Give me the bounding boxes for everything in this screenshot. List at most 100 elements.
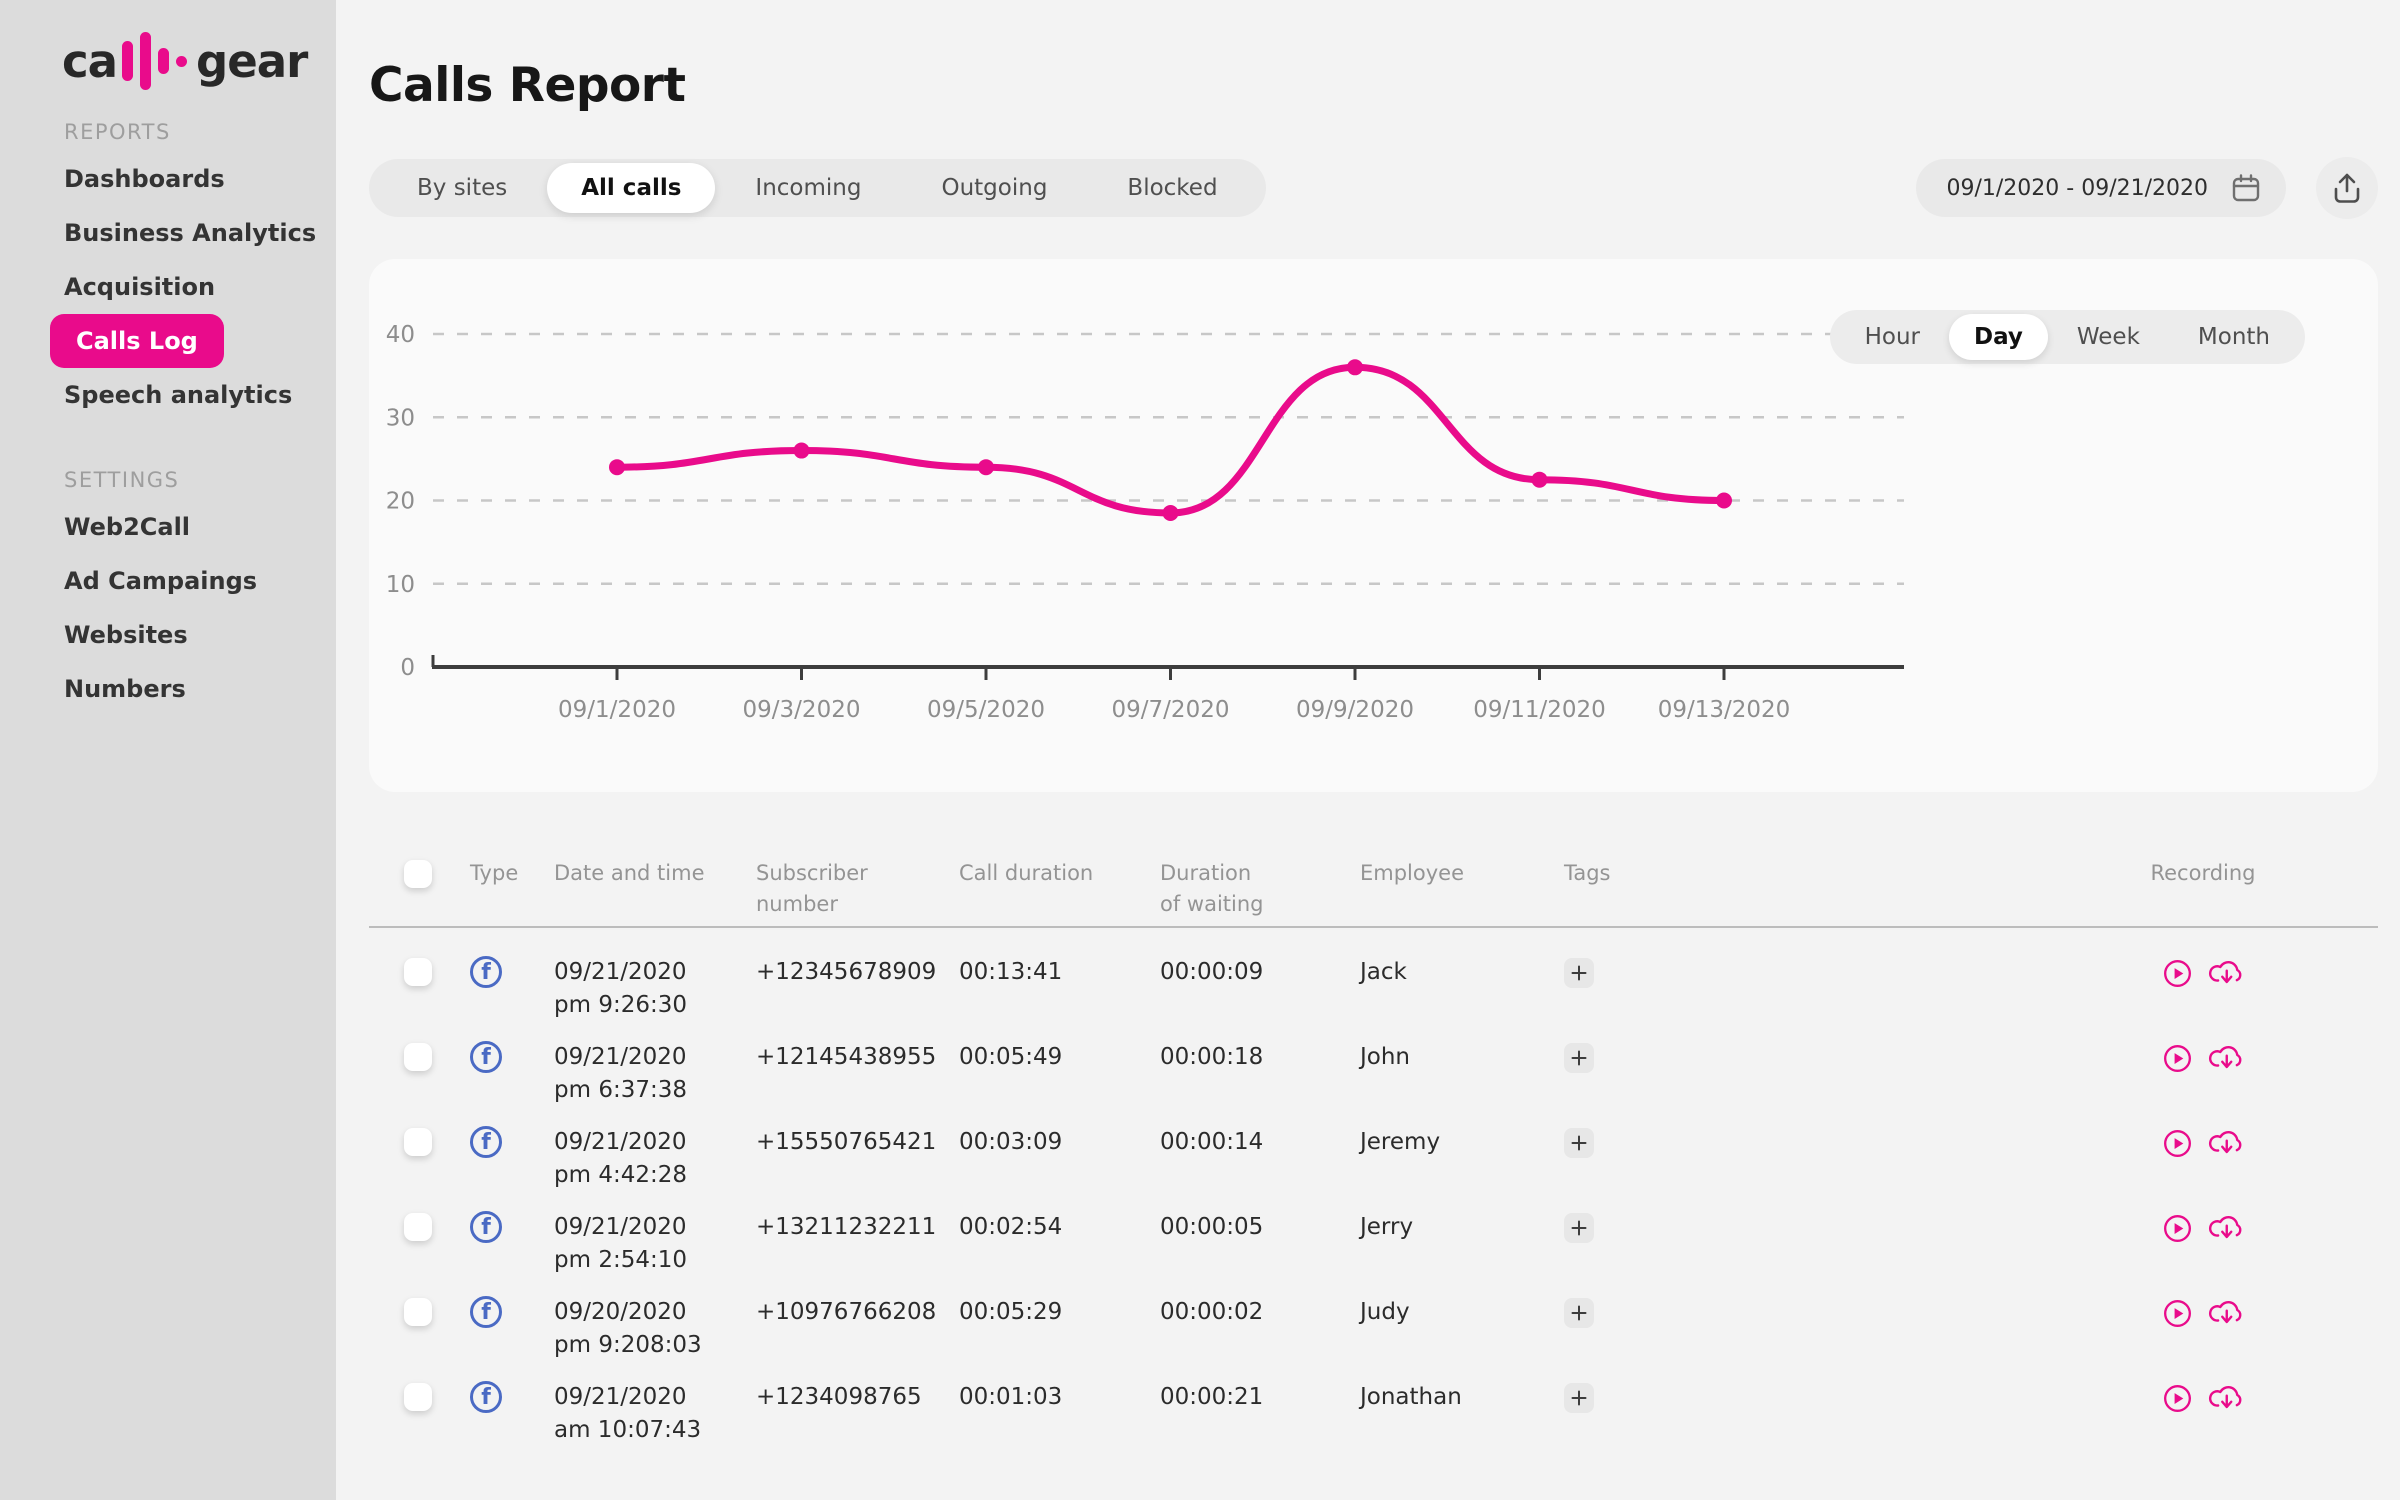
play-recording-button[interactable] — [2163, 1214, 2192, 1243]
toggle-week[interactable]: Week — [2048, 310, 2169, 364]
call-duration-cell: 00:01:03 — [959, 1381, 1160, 1414]
app-window: ca gear REPORTS Dashboards Business Anal… — [0, 0, 2400, 1500]
recording-cell — [2088, 1381, 2318, 1413]
call-duration-cell: 00:02:54 — [959, 1211, 1160, 1244]
add-tag-button[interactable] — [1564, 1298, 1594, 1328]
add-tag-button[interactable] — [1564, 1043, 1594, 1073]
employee-cell: Judy — [1360, 1296, 1564, 1329]
sidebar-item-dashboards[interactable]: Dashboards — [64, 152, 336, 206]
row-checkbox[interactable] — [404, 958, 432, 986]
recording-cell — [2088, 1211, 2318, 1243]
table-row: f 09/21/2020 pm 9:26:30 +12345678909 00:… — [369, 946, 2378, 1031]
col-subscriber-number: Subscriber number — [756, 858, 891, 920]
waiting-duration-cell: 00:00:21 — [1160, 1381, 1360, 1414]
add-tag-button[interactable] — [1564, 958, 1594, 988]
svg-text:09/1/2020: 09/1/2020 — [558, 697, 676, 723]
recording-cell — [2088, 1296, 2318, 1328]
svg-text:09/7/2020: 09/7/2020 — [1112, 697, 1230, 723]
recording-cell — [2088, 1126, 2318, 1158]
call-duration-cell: 00:05:49 — [959, 1041, 1160, 1074]
tab-all-calls[interactable]: All calls — [547, 163, 715, 213]
facebook-icon: f — [470, 1381, 502, 1413]
date-time-cell: 09/21/2020 pm 6:37:38 — [554, 1041, 756, 1107]
col-employee: Employee — [1360, 858, 1564, 889]
svg-text:09/9/2020: 09/9/2020 — [1296, 697, 1414, 723]
tab-blocked[interactable]: Blocked — [1087, 159, 1257, 217]
employee-cell: John — [1360, 1041, 1564, 1074]
tab-outgoing[interactable]: Outgoing — [901, 159, 1087, 217]
waiting-duration-cell: 00:00:09 — [1160, 956, 1360, 989]
play-recording-button[interactable] — [2163, 1384, 2192, 1413]
export-button[interactable] — [2316, 157, 2378, 219]
svg-text:10: 10 — [386, 572, 415, 598]
row-checkbox[interactable] — [404, 1128, 432, 1156]
svg-text:09/3/2020: 09/3/2020 — [743, 697, 861, 723]
toggle-day[interactable]: Day — [1949, 314, 2048, 360]
waiting-duration-cell: 00:00:14 — [1160, 1126, 1360, 1159]
svg-text:09/5/2020: 09/5/2020 — [927, 697, 1045, 723]
nav-section-reports: REPORTS — [64, 120, 336, 144]
waiting-duration-cell: 00:00:02 — [1160, 1296, 1360, 1329]
subscriber-number-cell: +13211232211 — [756, 1211, 959, 1244]
controls-row: By sites All calls Incoming Outgoing Blo… — [369, 157, 2378, 219]
play-recording-button[interactable] — [2163, 1129, 2192, 1158]
subscriber-number-cell: +12145438955 — [756, 1041, 959, 1074]
toggle-month[interactable]: Month — [2169, 310, 2299, 364]
table-header: Type Date and time Subscriber number Cal… — [369, 840, 2378, 928]
table-body: f 09/21/2020 pm 9:26:30 +12345678909 00:… — [369, 928, 2378, 1456]
sidebar-item-numbers[interactable]: Numbers — [64, 662, 336, 716]
date-range-value: 09/1/2020 - 09/21/2020 — [1946, 176, 2208, 201]
select-all-checkbox[interactable] — [404, 860, 432, 888]
sidebar: ca gear REPORTS Dashboards Business Anal… — [0, 0, 336, 1500]
play-recording-button[interactable] — [2163, 959, 2192, 988]
download-recording-button[interactable] — [2208, 958, 2244, 988]
svg-text:20: 20 — [386, 489, 415, 515]
date-time-cell: 09/21/2020 pm 4:42:28 — [554, 1126, 756, 1192]
table-row: f 09/21/2020 pm 4:42:28 +15550765421 00:… — [369, 1116, 2378, 1201]
download-recording-button[interactable] — [2208, 1043, 2244, 1073]
row-checkbox[interactable] — [404, 1383, 432, 1411]
add-tag-button[interactable] — [1564, 1128, 1594, 1158]
sidebar-item-calls-log[interactable]: Calls Log — [50, 314, 224, 368]
row-checkbox[interactable] — [404, 1298, 432, 1326]
app-logo[interactable]: ca gear — [0, 30, 336, 92]
add-tag-button[interactable] — [1564, 1383, 1594, 1413]
recording-cell — [2088, 1041, 2318, 1073]
sidebar-item-speech-analytics[interactable]: Speech analytics — [64, 368, 336, 422]
sidebar-item-acquisition[interactable]: Acquisition — [64, 260, 336, 314]
employee-cell: Jonathan — [1360, 1381, 1564, 1414]
date-time-cell: 09/21/2020 pm 2:54:10 — [554, 1211, 756, 1277]
upload-icon — [2331, 171, 2363, 205]
subscriber-number-cell: +1234098765 — [756, 1381, 959, 1414]
row-checkbox[interactable] — [404, 1213, 432, 1241]
play-recording-button[interactable] — [2163, 1044, 2192, 1073]
sidebar-item-web2call[interactable]: Web2Call — [64, 500, 336, 554]
sidebar-item-business-analytics[interactable]: Business Analytics — [64, 206, 336, 260]
date-range-picker[interactable]: 09/1/2020 - 09/21/2020 — [1916, 159, 2286, 217]
call-duration-cell: 00:05:29 — [959, 1296, 1160, 1329]
col-tags: Tags — [1564, 858, 2088, 889]
row-checkbox[interactable] — [404, 1043, 432, 1071]
nav-section-settings: SETTINGS — [64, 468, 336, 492]
main-content: Calls Report By sites All calls Incoming… — [336, 0, 2400, 1500]
subscriber-number-cell: +12345678909 — [756, 956, 959, 989]
recording-cell — [2088, 956, 2318, 988]
svg-text:09/11/2020: 09/11/2020 — [1473, 697, 1606, 723]
toggle-hour[interactable]: Hour — [1836, 310, 1949, 364]
employee-cell: Jerry — [1360, 1211, 1564, 1244]
facebook-icon: f — [470, 1296, 502, 1328]
play-recording-button[interactable] — [2163, 1299, 2192, 1328]
tab-incoming[interactable]: Incoming — [715, 159, 901, 217]
sidebar-item-websites[interactable]: Websites — [64, 608, 336, 662]
download-recording-button[interactable] — [2208, 1128, 2244, 1158]
svg-text:30: 30 — [386, 405, 415, 431]
add-tag-button[interactable] — [1564, 1213, 1594, 1243]
tab-by-sites[interactable]: By sites — [377, 159, 547, 217]
download-recording-button[interactable] — [2208, 1213, 2244, 1243]
table-row: f 09/21/2020 pm 6:37:38 +12145438955 00:… — [369, 1031, 2378, 1116]
col-recording: Recording — [2088, 858, 2318, 889]
download-recording-button[interactable] — [2208, 1298, 2244, 1328]
date-time-cell: 09/21/2020 am 10:07:43 — [554, 1381, 756, 1447]
sidebar-item-ad-campaings[interactable]: Ad Campaings — [64, 554, 336, 608]
download-recording-button[interactable] — [2208, 1383, 2244, 1413]
